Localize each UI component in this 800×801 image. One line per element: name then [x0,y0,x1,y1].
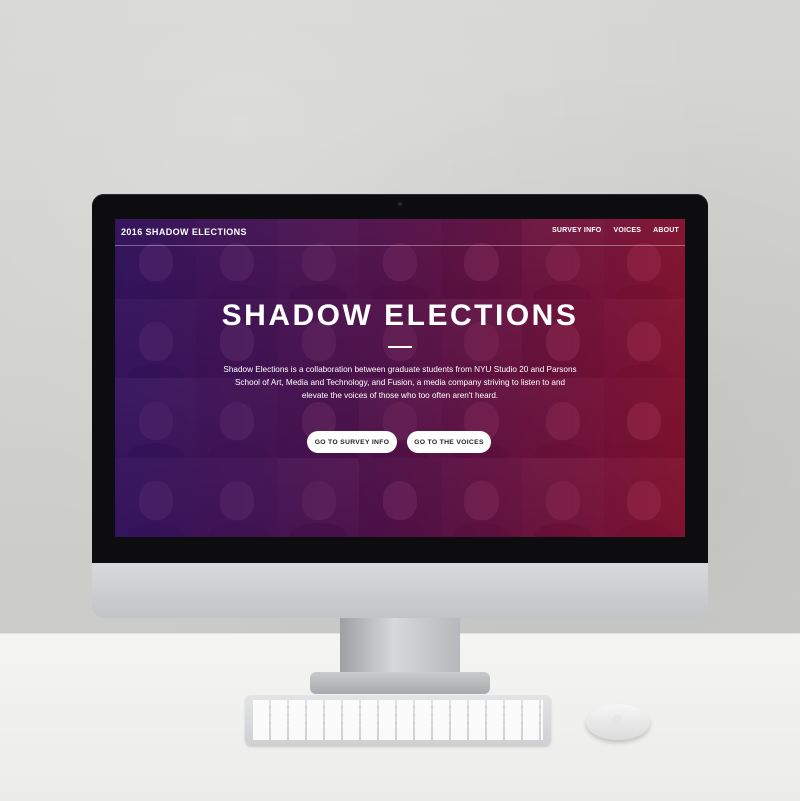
nav-link-survey-info[interactable]: SURVEY INFO [552,227,601,234]
top-nav: 2016 SHADOW ELECTIONS SURVEY INFO VOICES… [115,219,685,246]
hero-title: SHADOW ELECTIONS [221,299,579,332]
monitor-base [310,672,490,694]
title-divider [388,346,412,348]
monitor-chin [92,563,708,618]
voices-button[interactable]: GO TO THE VOICES [407,431,491,453]
brand-link[interactable]: 2016 SHADOW ELECTIONS [121,227,247,237]
monitor-stand [340,618,460,676]
apple-logo-icon [612,715,622,725]
hero-description: Shadow Elections is a collaboration betw… [223,365,577,400]
nav-links: SURVEY INFO VOICES ABOUT [552,227,679,234]
camera-icon [398,202,402,206]
website-screen: 2016 SHADOW ELECTIONS SURVEY INFO VOICES… [115,219,685,537]
nav-link-about[interactable]: ABOUT [653,227,679,234]
nav-link-voices[interactable]: VOICES [613,227,641,234]
keyboard-icon [245,695,551,745]
keyboard-keys [253,700,543,740]
survey-info-button[interactable]: GO TO SURVEY INFO [307,431,397,453]
